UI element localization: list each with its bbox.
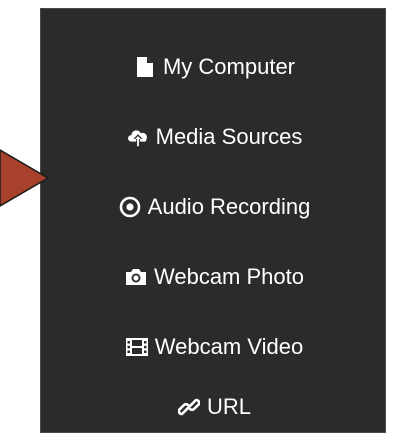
menu-item-url[interactable]: URL — [41, 385, 385, 429]
cloud-upload-icon — [126, 125, 150, 149]
menu-item-my-computer[interactable]: My Computer — [41, 45, 385, 89]
menu-item-label: Media Sources — [155, 124, 303, 149]
menu-item-audio-recording[interactable]: Audio Recording — [41, 185, 385, 229]
film-icon — [125, 335, 149, 359]
menu-item-webcam-photo[interactable]: Webcam Photo — [41, 255, 385, 299]
menu-item-label: Audio Recording — [147, 194, 311, 219]
upload-source-menu: My Computer Media Sources Audio Recordin… — [40, 8, 386, 433]
menu-item-label: Webcam Photo — [153, 264, 304, 289]
menu-item-label: My Computer — [162, 54, 296, 79]
menu-item-label: URL — [206, 394, 251, 419]
record-icon — [118, 195, 142, 219]
menu-item-webcam-video[interactable]: Webcam Video — [41, 325, 385, 369]
link-icon — [177, 395, 201, 419]
menu-item-label: Webcam Video — [154, 334, 304, 359]
file-icon — [133, 55, 157, 79]
camera-icon — [124, 265, 148, 289]
menu-item-media-sources[interactable]: Media Sources — [41, 115, 385, 159]
screenshot-stage: My Computer Media Sources Audio Recordin… — [0, 0, 396, 439]
